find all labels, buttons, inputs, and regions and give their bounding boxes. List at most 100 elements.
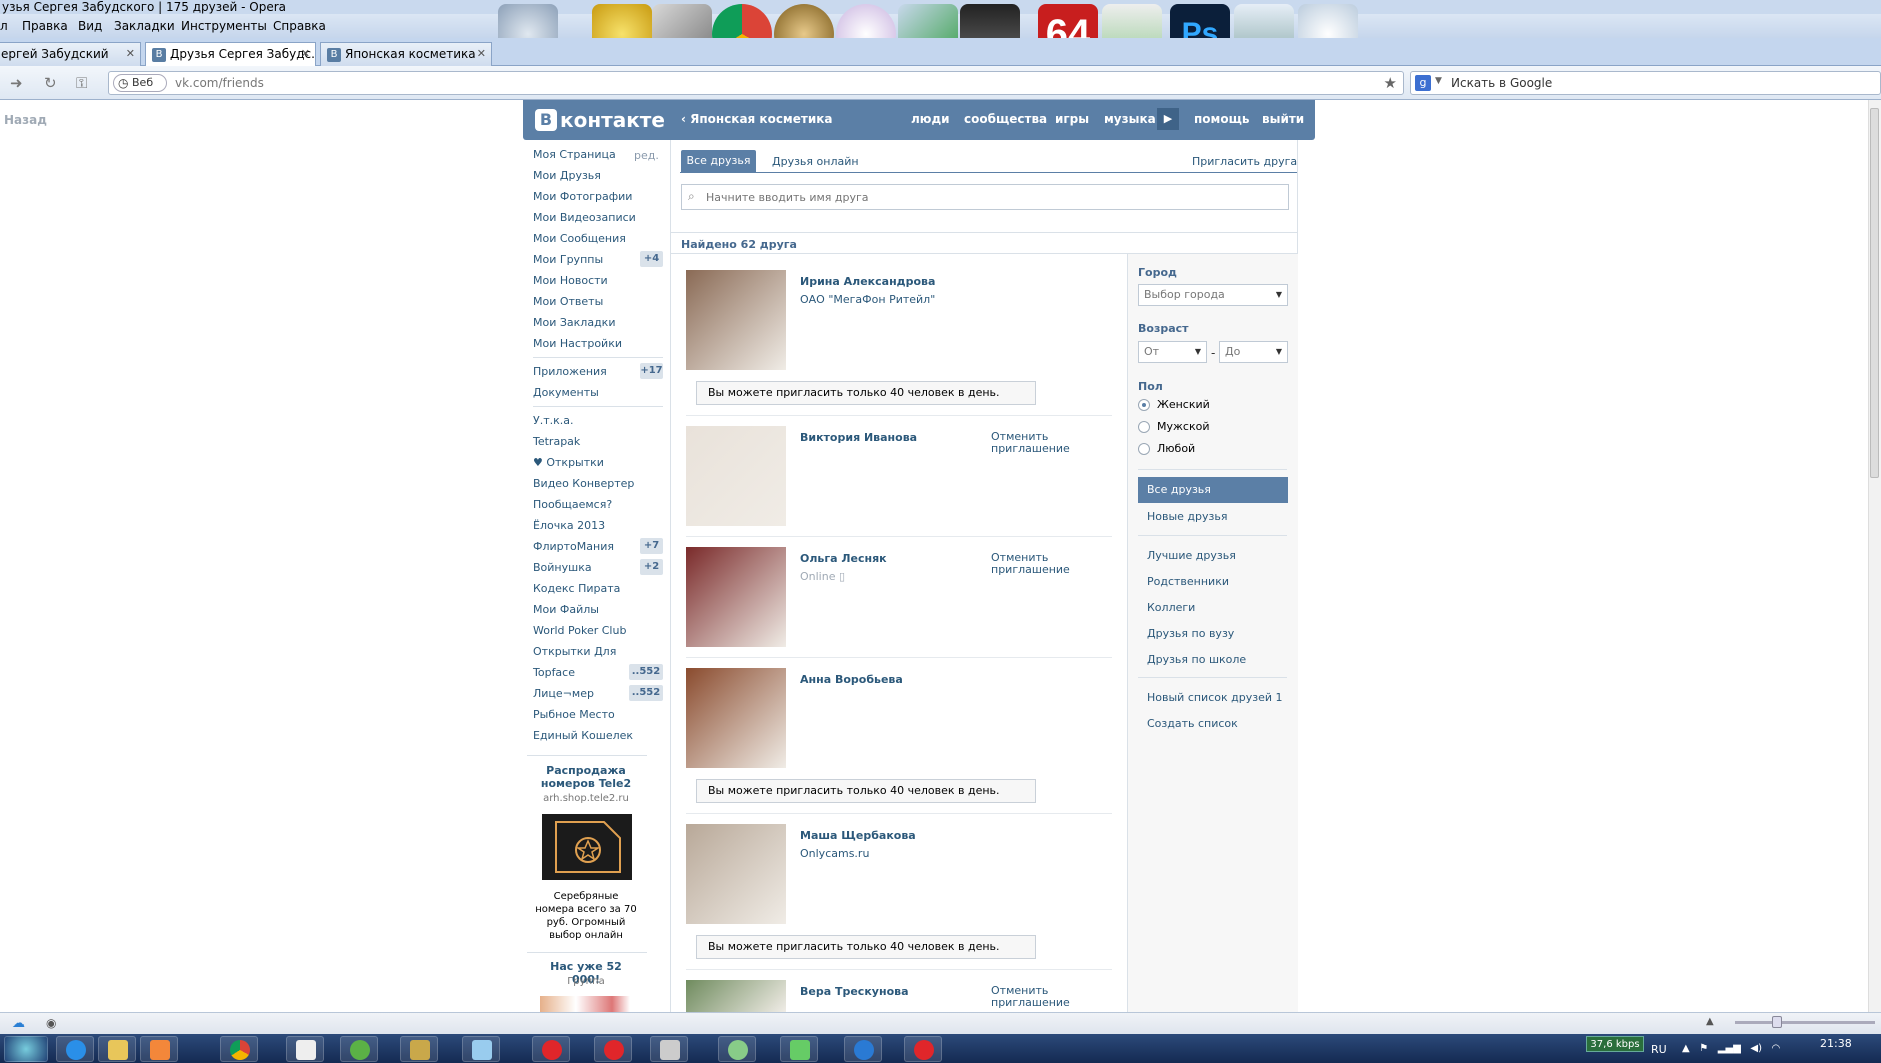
app-link[interactable]: Tetrapak <box>533 436 580 448</box>
menu-documents[interactable]: Документы <box>533 387 599 399</box>
ad-title[interactable]: Распродажа номеров Tele2 <box>535 764 637 790</box>
app-icon[interactable] <box>400 1036 438 1062</box>
friend-photo[interactable] <box>686 426 786 526</box>
list-university[interactable]: Друзья по вузу <box>1147 627 1234 640</box>
menu-my-answers[interactable]: Мои Ответы <box>533 296 603 308</box>
web-badge[interactable]: Веб <box>113 74 167 92</box>
speed-dial-icon[interactable]: ◉ <box>46 1016 56 1030</box>
menu-my-messages[interactable]: Мои Сообщения <box>533 233 626 245</box>
opera-icon[interactable] <box>904 1036 942 1062</box>
app-link[interactable]: Пообщаемся? <box>533 499 612 511</box>
app-link[interactable]: Лице¬мер <box>533 688 594 700</box>
menu-view[interactable]: Вид <box>78 19 102 33</box>
friend-info[interactable]: ОАО "МегаФон Ритейл" <box>800 293 935 306</box>
star-icon[interactable]: ★ <box>1384 74 1397 92</box>
menu-my-bookmarks[interactable]: Мои Закладки <box>533 317 615 329</box>
reload-icon[interactable]: ↻ <box>44 74 57 92</box>
vk-logo[interactable]: Вконтакте <box>535 109 665 131</box>
groups-counter[interactable]: +4 <box>640 251 663 267</box>
menu-bookmarks[interactable]: Закладки <box>114 19 175 33</box>
utorrent-icon[interactable] <box>340 1036 378 1062</box>
sex-any-label[interactable]: Любой <box>1157 442 1195 455</box>
menu-my-settings[interactable]: Мои Настройки <box>533 338 622 350</box>
list-relatives[interactable]: Родственники <box>1147 575 1229 588</box>
nav-logout[interactable]: выйти <box>1262 112 1304 126</box>
friend-photo[interactable] <box>686 270 786 370</box>
tab-friends-online[interactable]: Друзья онлайн <box>772 155 859 168</box>
google-icon[interactable]: g <box>1415 75 1431 91</box>
app-link[interactable]: Открытки Для <box>533 646 616 658</box>
ad-domain[interactable]: arh.shop.tele2.ru <box>535 793 637 804</box>
app-link[interactable]: Мои Файлы <box>533 604 599 616</box>
nav-people[interactable]: люди <box>911 112 950 126</box>
opera-icon[interactable] <box>594 1036 632 1062</box>
nav-games[interactable]: игры <box>1055 112 1089 126</box>
cancel-invite-link[interactable]: Отменить приглашение <box>991 552 1071 576</box>
eraser-icon[interactable] <box>462 1036 500 1062</box>
menu-my-photos[interactable]: Мои Фотографии <box>533 191 632 203</box>
tab-friends[interactable]: В Друзья Сергея Забудс... ✕ <box>145 42 316 66</box>
key-icon[interactable]: ⚿ <box>76 74 87 92</box>
sex-female-label[interactable]: Женский <box>1157 398 1210 411</box>
app-link[interactable]: World Poker Club <box>533 625 626 637</box>
tab-profile[interactable]: ергей Забудский ✕ <box>0 42 141 66</box>
ad-image[interactable] <box>542 814 632 880</box>
friend-search-input[interactable] <box>704 188 1274 206</box>
chevron-down-icon[interactable]: ▼ <box>1435 76 1442 86</box>
tab-cosmetics[interactable]: В Японская косметика ✕ <box>320 42 492 66</box>
friend-photo[interactable] <box>686 668 786 768</box>
folder-icon[interactable] <box>98 1036 136 1062</box>
ie-icon[interactable] <box>56 1036 94 1062</box>
ad-text[interactable]: Серебряные номера всего за 70 руб. Огром… <box>533 890 639 942</box>
app-counter[interactable]: ..552 <box>629 685 663 701</box>
start-icon[interactable] <box>4 1036 48 1062</box>
app-icon[interactable] <box>650 1036 688 1062</box>
sex-female-radio[interactable] <box>1138 399 1150 411</box>
calendar-icon[interactable] <box>780 1036 818 1062</box>
list-best-friends[interactable]: Лучшие друзья <box>1147 549 1236 562</box>
url-text[interactable]: vk.com/friends <box>175 76 264 90</box>
list-school[interactable]: Друзья по школе <box>1147 653 1246 666</box>
list-new-friends[interactable]: Новые друзья <box>1147 510 1227 523</box>
menu-my-videos[interactable]: Мои Видеозаписи <box>533 212 636 224</box>
menu-file[interactable]: л <box>0 19 8 33</box>
address-bar[interactable]: Веб vk.com/friends ★ <box>108 71 1404 95</box>
opera-icon[interactable] <box>532 1036 570 1062</box>
scroll-up-icon[interactable]: ▲ <box>1706 1016 1714 1027</box>
app-counter[interactable]: ..552 <box>629 664 663 680</box>
app-link[interactable]: Topface <box>533 667 575 679</box>
menu-apps[interactable]: Приложения <box>533 366 607 378</box>
edit-link[interactable]: ред. <box>634 149 659 162</box>
maxthon-icon[interactable] <box>844 1036 882 1062</box>
menu-my-groups[interactable]: Мои Группы <box>533 254 603 266</box>
list-all-friends[interactable]: Все друзья <box>1138 477 1288 503</box>
friend-name[interactable]: Маша Щербакова <box>800 829 916 842</box>
create-list-link[interactable]: Создать список <box>1147 717 1238 730</box>
app-link[interactable]: Кодекс Пирата <box>533 583 620 595</box>
invite-friend-link[interactable]: Пригласить друга <box>1192 155 1297 168</box>
close-icon[interactable]: ✕ <box>301 43 310 65</box>
forward-icon[interactable]: ➜ <box>10 74 23 92</box>
close-icon[interactable]: ✕ <box>126 43 135 65</box>
menu-my-page[interactable]: Моя Страница <box>533 149 616 161</box>
friend-photo[interactable] <box>686 824 786 924</box>
language-indicator[interactable]: RU <box>1651 1043 1667 1056</box>
back-link[interactable]: Назад <box>4 113 47 127</box>
sex-any-radio[interactable] <box>1138 443 1150 455</box>
friend-name[interactable]: Анна Воробьева <box>800 673 903 686</box>
volume-icon[interactable]: ◀) <box>1750 1043 1762 1054</box>
app-link[interactable]: Войнушка <box>533 562 592 574</box>
nav-communities[interactable]: сообщества <box>964 112 1047 126</box>
play-icon[interactable]: ▶ <box>1157 108 1179 130</box>
menu-tools[interactable]: Инструменты <box>181 19 267 33</box>
menu-edit[interactable]: Правка <box>22 19 68 33</box>
sex-male-radio[interactable] <box>1138 421 1150 433</box>
signal-icon[interactable]: ▂▄▆ <box>1718 1043 1741 1054</box>
list-custom-1[interactable]: Новый список друзей 1 <box>1147 691 1282 704</box>
back-to-page-link[interactable]: Японская косметика <box>681 112 832 126</box>
friend-name[interactable]: Ирина Александрова <box>800 275 935 288</box>
app-counter[interactable]: +2 <box>640 559 663 575</box>
app-link[interactable]: ФлиртоМания <box>533 541 614 553</box>
list-colleagues[interactable]: Коллеги <box>1147 601 1195 614</box>
menu-help[interactable]: Справка <box>273 19 326 33</box>
